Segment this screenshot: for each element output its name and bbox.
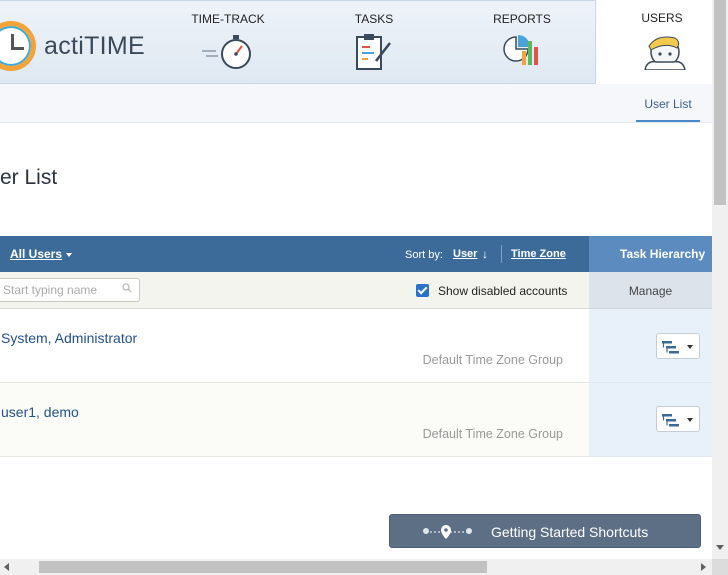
table-row[interactable]: user1, demo Default Time Zone Group — [0, 383, 589, 457]
task-hierarchy-menu-button[interactable] — [656, 333, 700, 359]
tab-user-list[interactable]: User List — [636, 97, 700, 122]
chevron-down-icon — [687, 418, 693, 422]
sort-descending-arrow-icon: ↓ — [482, 247, 488, 261]
nav-time-track-label: TIME-TRACK — [191, 12, 265, 26]
sort-divider — [501, 245, 502, 263]
hierarchy-tree-icon — [662, 414, 679, 427]
page-title: er List — [0, 166, 58, 189]
map-pins-icon — [423, 525, 472, 539]
scrollbar-corner — [712, 559, 728, 575]
show-disabled-checkbox[interactable] — [416, 284, 429, 297]
task-hierarchy-header: Task Hierarchy — [620, 247, 706, 261]
user-name-link[interactable]: System, Administrator — [1, 330, 137, 346]
getting-started-shortcuts-button[interactable]: Getting Started Shortcuts — [389, 514, 701, 548]
timezone-group-label: Default Time Zone Group — [422, 427, 563, 441]
scroll-down-arrow-icon[interactable] — [716, 545, 724, 550]
nav-reports-label: REPORTS — [493, 12, 551, 26]
task-hierarchy-menu-button[interactable] — [656, 406, 700, 432]
getting-started-shortcuts-label: Getting Started Shortcuts — [491, 524, 649, 540]
nav-users-label: USERS — [641, 11, 683, 25]
sort-by-user-link[interactable]: User — [453, 248, 477, 260]
nav-users[interactable]: USERS — [596, 0, 728, 84]
horizontal-scrollbar-thumb[interactable] — [39, 561, 487, 573]
user-name-link[interactable]: user1, demo — [1, 404, 79, 420]
app-root: actiTIME TIME-TRACK TASKS REPORTS USERS … — [0, 0, 728, 575]
all-users-filter-label: All Users — [10, 247, 63, 261]
sort-by-timezone-link[interactable]: Time Zone — [511, 248, 566, 260]
show-disabled-label[interactable]: Show disabled accounts — [438, 284, 567, 298]
search-icon — [122, 283, 132, 293]
scroll-left-arrow-icon[interactable] — [4, 563, 9, 571]
chevron-down-icon — [687, 345, 693, 349]
nav-tasks-label: TASKS — [354, 12, 394, 26]
clock-logo-icon — [0, 21, 36, 71]
search-user-input[interactable] — [0, 278, 140, 302]
top-navigation-bar: actiTIME TIME-TRACK TASKS REPORTS — [0, 0, 596, 84]
sub-navigation-bar — [0, 84, 712, 123]
sort-by-label: Sort by: — [405, 249, 443, 261]
nav-reports[interactable]: REPORTS — [474, 1, 570, 85]
chevron-down-icon — [66, 252, 73, 257]
scroll-right-arrow-icon[interactable] — [701, 563, 706, 571]
nav-time-track[interactable]: TIME-TRACK — [180, 1, 276, 85]
actitime-logo[interactable]: actiTIME — [0, 21, 145, 71]
users-avatar-icon — [644, 36, 686, 70]
vertical-scrollbar-thumb[interactable] — [714, 0, 726, 205]
hierarchy-tree-icon — [662, 341, 679, 354]
stopwatch-icon — [202, 35, 251, 69]
manage-column-header: Manage — [628, 284, 673, 298]
clipboard-tasks-icon — [356, 34, 391, 70]
reports-chart-icon — [503, 35, 538, 65]
timezone-group-label: Default Time Zone Group — [422, 353, 563, 367]
all-users-filter-dropdown[interactable]: All Users — [10, 247, 73, 261]
logo-text: actiTIME — [44, 31, 146, 60]
nav-tasks[interactable]: TASKS — [328, 1, 420, 85]
table-row[interactable]: System, Administrator Default Time Zone … — [0, 309, 589, 383]
